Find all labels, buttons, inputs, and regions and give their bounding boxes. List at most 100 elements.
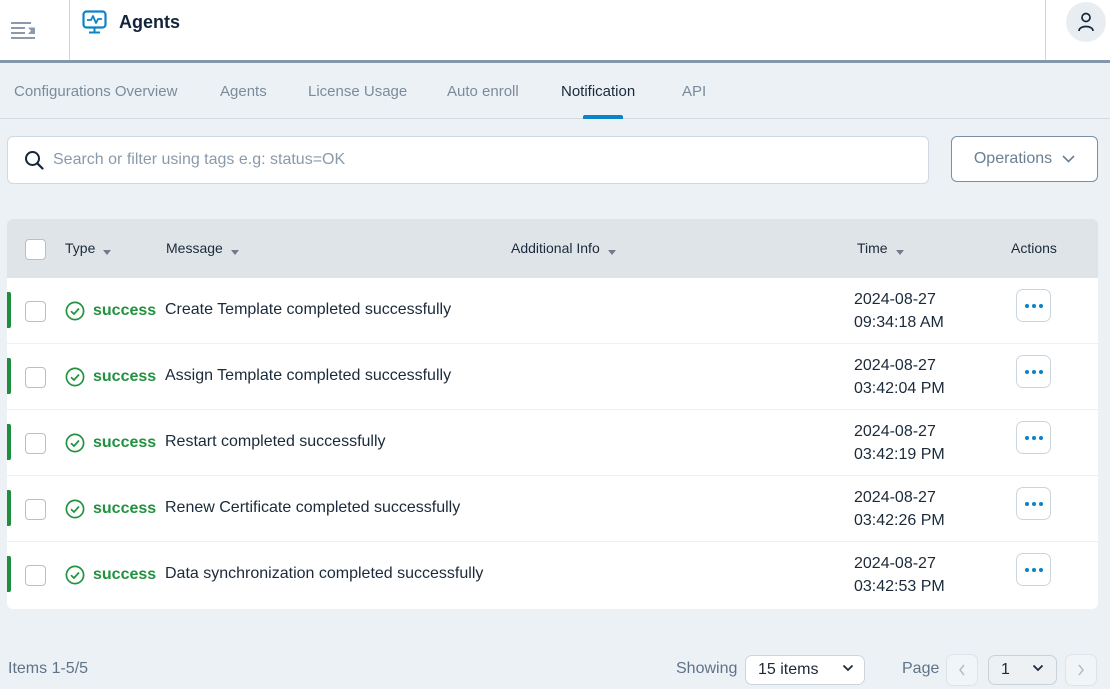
message-text: Data synchronization completed successfu… (165, 565, 484, 582)
items-count: Items 1-5/5 (8, 660, 89, 677)
row-actions-button[interactable] (1016, 289, 1051, 322)
more-icon-dot (1031, 369, 1036, 374)
status-bar (7, 358, 11, 394)
tab-api[interactable]: API (682, 83, 706, 100)
current-page-value: 1 (1001, 661, 1010, 678)
tab-auto-enroll[interactable]: Auto enroll (447, 83, 519, 100)
column-header-actions: Actions (1011, 240, 1057, 256)
more-icon-dot (1038, 501, 1043, 506)
search-icon (25, 151, 44, 170)
time-cell: 2024-08-27 09:34:18 AM (854, 288, 944, 334)
tab-bar: Configurations Overview Agents License U… (0, 63, 1110, 119)
status-bar (7, 556, 11, 592)
operations-dropdown[interactable]: Operations (951, 136, 1098, 182)
next-page-button[interactable] (1065, 654, 1097, 686)
type-cell: success (65, 301, 156, 321)
message-text: Renew Certificate completed successfully (165, 499, 461, 516)
page-size-select[interactable]: 15 items (745, 655, 865, 685)
row-checkbox[interactable] (25, 499, 46, 520)
table-row: success Data synchronization completed s… (7, 542, 1098, 608)
sort-caret-icon (607, 249, 616, 255)
status-bar (7, 490, 11, 526)
tab-agents[interactable]: Agents (220, 83, 267, 100)
row-actions-button[interactable] (1016, 487, 1051, 520)
more-icon (1024, 501, 1029, 506)
time-text: 03:42:04 PM (854, 380, 945, 397)
date-text: 2024-08-27 (854, 489, 936, 506)
column-header-additional-info[interactable]: Additional Info (511, 240, 616, 256)
check-circle-icon (65, 301, 85, 321)
chevron-down-icon (842, 664, 854, 672)
page-title: Agents (119, 11, 181, 32)
sort-caret-icon (230, 249, 239, 255)
more-icon-dot (1031, 435, 1036, 440)
more-icon-dot (1038, 435, 1043, 440)
date-text: 2024-08-27 (854, 291, 936, 308)
type-label: success (93, 368, 157, 385)
prev-page-button[interactable] (946, 654, 978, 686)
user-menu-button[interactable] (1066, 2, 1106, 42)
table-row: success Create Template completed succes… (7, 278, 1098, 344)
type-label: success (93, 500, 157, 517)
page-number-select[interactable]: 1 (988, 655, 1057, 685)
tab-license-usage[interactable]: License Usage (308, 83, 407, 100)
status-bar (7, 292, 11, 328)
check-circle-icon (65, 433, 85, 453)
time-text: 03:42:26 PM (854, 512, 945, 529)
time-text: 09:34:18 AM (854, 314, 944, 331)
top-bar: Agents (0, 0, 1110, 63)
sort-caret-icon (895, 249, 904, 255)
more-icon (1024, 567, 1029, 572)
time-cell: 2024-08-27 03:42:53 PM (854, 552, 945, 598)
time-cell: 2024-08-27 03:42:26 PM (854, 486, 945, 532)
more-icon-dot (1031, 567, 1036, 572)
column-header-time[interactable]: Time (857, 240, 904, 256)
type-label: success (93, 302, 157, 319)
row-checkbox[interactable] (25, 565, 46, 586)
user-area (1045, 0, 1110, 60)
page-label: Page (902, 660, 940, 677)
column-label: Time (857, 240, 888, 256)
check-circle-icon (65, 565, 85, 585)
chevron-down-icon (1032, 664, 1044, 672)
type-label: success (93, 566, 157, 583)
table-row: success Assign Template completed succes… (7, 344, 1098, 410)
type-cell: success (65, 367, 156, 387)
date-text: 2024-08-27 (854, 357, 936, 374)
row-checkbox[interactable] (25, 367, 46, 388)
column-header-type[interactable]: Type (65, 240, 112, 256)
notifications-table: Type Message Additional Info Time Action… (7, 219, 1098, 609)
tab-configurations-overview[interactable]: Configurations Overview (14, 83, 177, 100)
chevron-right-icon (1078, 664, 1084, 676)
select-all-checkbox[interactable] (25, 239, 46, 260)
table-row: success Restart completed successfully 2… (7, 410, 1098, 476)
row-checkbox[interactable] (25, 433, 46, 454)
chevron-left-icon (959, 664, 965, 676)
column-label: Type (65, 240, 96, 256)
chevron-down-icon (1062, 155, 1075, 163)
check-circle-icon (65, 499, 85, 519)
row-actions-button[interactable] (1016, 355, 1051, 388)
row-checkbox[interactable] (25, 301, 46, 322)
page-size-value: 15 items (758, 661, 819, 678)
date-text: 2024-08-27 (854, 555, 936, 572)
message-text: Restart completed successfully (165, 433, 386, 450)
row-actions-button[interactable] (1016, 553, 1051, 586)
monitor-pulse-icon (82, 10, 107, 34)
search-box (7, 136, 929, 184)
more-icon-dot (1038, 369, 1043, 374)
tab-notification[interactable]: Notification (561, 83, 635, 100)
row-actions-button[interactable] (1016, 421, 1051, 454)
active-tab-indicator (583, 115, 623, 119)
message-text: Assign Template completed successfully (165, 367, 452, 384)
time-text: 03:42:19 PM (854, 446, 945, 463)
search-input[interactable] (53, 147, 913, 173)
column-header-message[interactable]: Message (166, 240, 239, 256)
menu-toggle-button[interactable] (0, 0, 70, 60)
message-text: Create Template completed successfully (165, 301, 452, 318)
more-icon-dot (1031, 501, 1036, 506)
type-cell: success (65, 433, 156, 453)
showing-label: Showing (676, 660, 738, 677)
type-cell: success (65, 565, 156, 585)
table-header: Type Message Additional Info Time Action… (7, 219, 1098, 278)
